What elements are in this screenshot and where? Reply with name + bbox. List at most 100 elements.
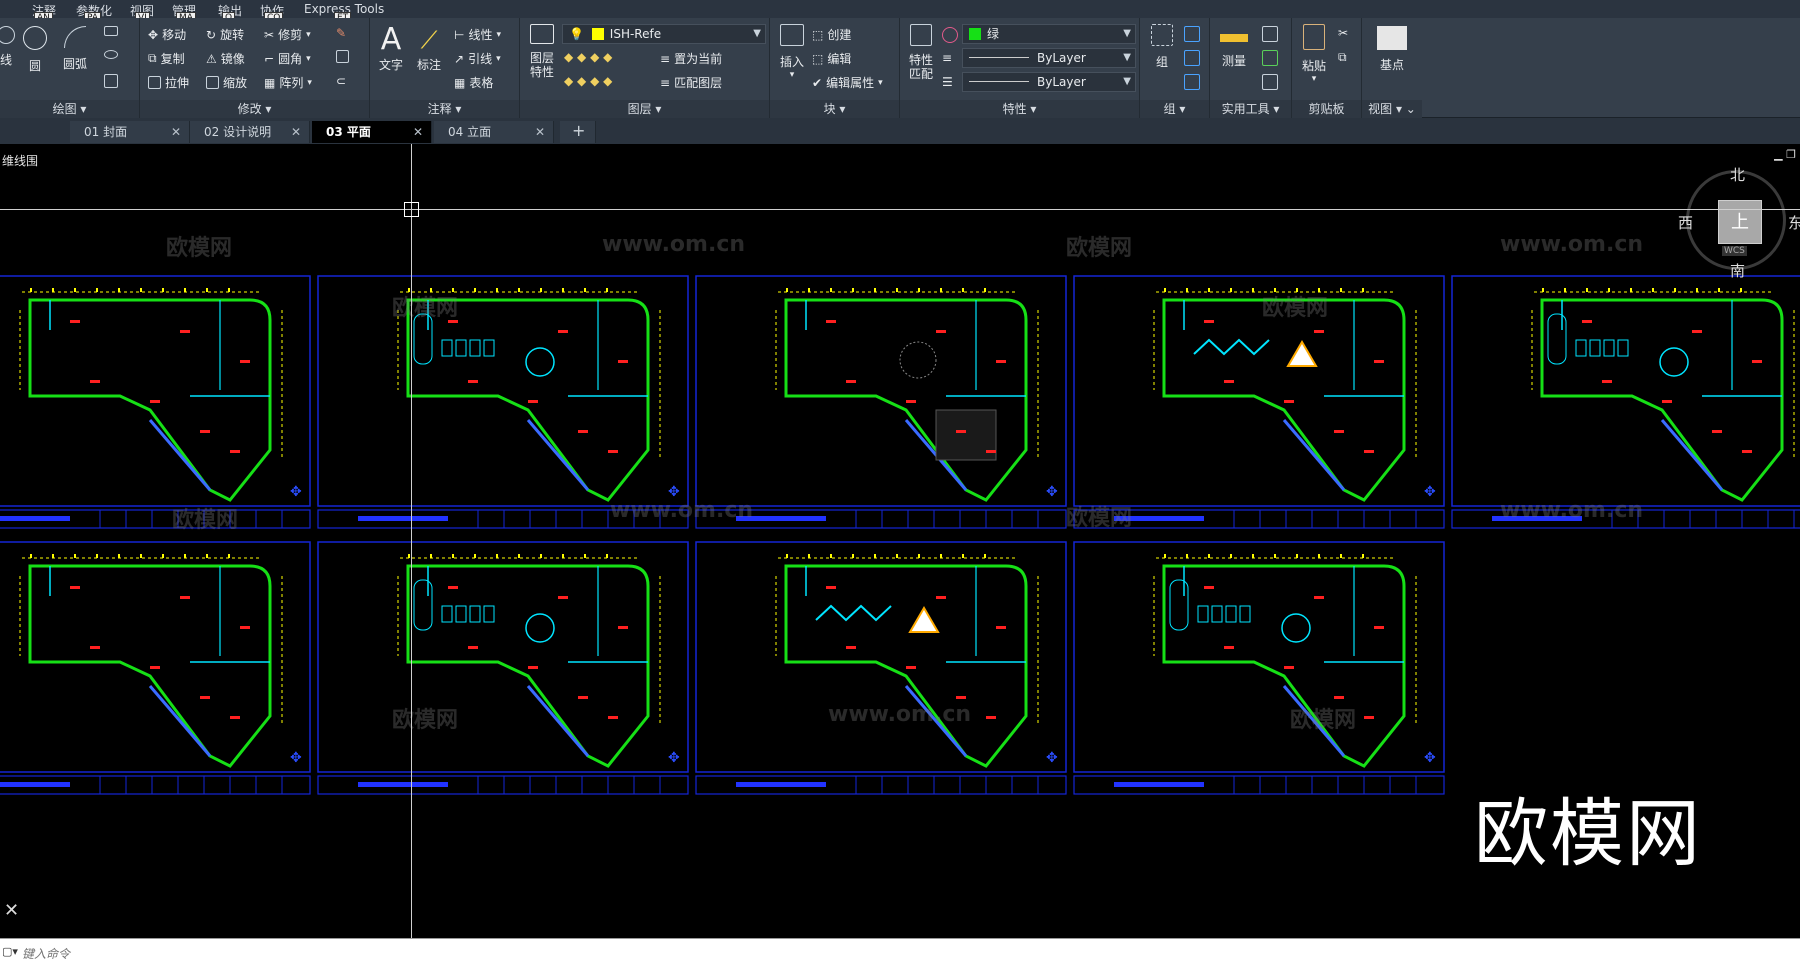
compass-south[interactable]: 南 xyxy=(1730,260,1745,281)
scale-button[interactable]: 缩放 xyxy=(206,74,247,91)
rectangle-button[interactable] xyxy=(104,26,118,36)
group-select-button[interactable] xyxy=(1184,74,1200,90)
panel-view-title[interactable]: 视图 ▾ ⌄ xyxy=(1362,100,1422,118)
stretch-icon xyxy=(148,76,161,89)
panel-modify-title[interactable]: 修改 ▾ xyxy=(140,100,369,118)
dim-tick xyxy=(852,288,854,292)
mirror-button[interactable]: ⚠ 镜像 xyxy=(206,50,245,67)
dim-tick xyxy=(1362,288,1364,292)
copy-clip-button[interactable]: ⧉ xyxy=(1338,50,1347,65)
explode-button[interactable] xyxy=(336,50,349,63)
move-button[interactable]: ✥ 移动 xyxy=(148,26,186,43)
layer-dropdown[interactable]: 💡 ISH-Refe ▼ xyxy=(562,24,766,44)
doc-tab-design-notes[interactable]: 02 设计说明 ✕ xyxy=(190,121,310,143)
select-all-button[interactable] xyxy=(1262,50,1278,66)
stretch-button[interactable]: 拉伸 xyxy=(148,74,189,91)
command-input[interactable] xyxy=(22,945,622,963)
linetype-icon: ≡ xyxy=(942,51,953,65)
panel-block-title[interactable]: 块 ▾ xyxy=(770,100,899,118)
close-icon[interactable]: ✕ xyxy=(171,121,181,143)
desk-cluster xyxy=(1617,339,1629,357)
base-point-button[interactable]: 基点 xyxy=(1372,26,1412,73)
new-tab-button[interactable]: + xyxy=(560,121,596,143)
cut-button[interactable]: ✂ xyxy=(1338,26,1348,40)
panel-utilities-title[interactable]: 实用工具 ▾ xyxy=(1210,100,1291,118)
dim-tick xyxy=(1186,288,1188,292)
line-button[interactable]: 线 xyxy=(0,26,18,68)
offset-button[interactable]: ⊂ xyxy=(336,74,346,88)
rotate-button[interactable]: ↻ 旋转 xyxy=(206,26,244,43)
panel-groups-title[interactable]: 组 ▾ xyxy=(1140,100,1209,118)
make-current-button[interactable]: ≡ 置为当前 xyxy=(660,50,722,67)
calculator-button[interactable] xyxy=(1262,74,1278,90)
panel-annotation-title[interactable]: 注释 ▾ xyxy=(370,100,519,118)
explode-icon xyxy=(336,50,349,63)
circle-button[interactable]: 圆 xyxy=(18,26,52,74)
panel-clipboard-title: 剪贴板 xyxy=(1292,100,1361,118)
panel-layers-title[interactable]: 图层 ▾ xyxy=(520,100,769,118)
close-command-icon[interactable]: ✕ xyxy=(4,900,19,921)
viewcube[interactable]: 北 南 西 东 上 WCS xyxy=(1678,164,1800,280)
layer-tools-row-2[interactable]: ◆ ◆ ◆ ◆ xyxy=(564,74,612,88)
hatch-button[interactable] xyxy=(104,74,118,88)
leader-button[interactable]: ↗ 引线 ▾ xyxy=(454,50,501,67)
compass-east[interactable]: 东 xyxy=(1788,212,1800,233)
array-button[interactable]: ▦ 阵列 ▾ xyxy=(264,74,312,91)
red-marker xyxy=(180,596,190,599)
close-icon[interactable]: ✕ xyxy=(413,121,423,143)
dim-tick xyxy=(962,288,964,292)
linetype-dropdown[interactable]: ByLayer ▼ xyxy=(962,48,1136,68)
layer-tools-row-1[interactable]: ◆ ◆ ◆ ◆ xyxy=(564,50,612,64)
table-button[interactable]: ▦ 表格 xyxy=(454,74,493,91)
ellipse-button[interactable] xyxy=(104,50,118,59)
close-icon[interactable]: ✕ xyxy=(535,121,545,143)
erase-button[interactable]: ✎ xyxy=(336,26,346,40)
text-button[interactable]: A 文字 xyxy=(374,24,408,73)
panel-block: 插入 ▾ ⬚ 创建 ⬚ 编辑 ✔ 编辑属性 ▾ 块 ▾ xyxy=(770,18,900,118)
color-dropdown[interactable]: 绿 ▼ xyxy=(962,24,1136,44)
drawing-viewport[interactable]: 维线围 ▁ ❐ ✥✥✥✥✥✥✥✥✥ 欧模网 www.om.cn 欧模网 www.… xyxy=(0,144,1800,938)
fillet-button[interactable]: ⌐ 圆角 ▾ xyxy=(264,50,311,67)
copy-button[interactable]: ⧉ 复制 xyxy=(148,50,185,67)
panel-properties-title[interactable]: 特性 ▾ xyxy=(900,100,1139,118)
insert-button[interactable]: 插入 ▾ xyxy=(774,24,810,80)
group-button[interactable]: 组 xyxy=(1146,24,1178,70)
dimension-button[interactable]: ⟋ 标注 xyxy=(412,24,446,73)
linear-dim-button[interactable]: ⊢ 线性 ▾ xyxy=(454,26,501,43)
red-marker xyxy=(70,586,80,589)
group-edit-button[interactable] xyxy=(1184,50,1200,66)
red-marker xyxy=(1224,646,1234,649)
red-marker xyxy=(240,626,250,629)
command-menu-icon[interactable]: ▢▾ xyxy=(2,945,18,958)
close-icon[interactable]: ✕ xyxy=(291,121,301,143)
arc-button[interactable]: 圆弧 xyxy=(58,26,92,72)
red-marker xyxy=(150,666,160,669)
create-block-button[interactable]: ⬚ 创建 xyxy=(812,26,851,43)
match-layer-button[interactable]: ≡ 匹配图层 xyxy=(660,74,722,91)
red-marker xyxy=(906,400,916,403)
quick-select-button[interactable] xyxy=(1262,26,1278,42)
layer-properties-button[interactable]: 图层 特性 xyxy=(524,24,560,79)
dim-tick xyxy=(474,288,476,292)
compass-west[interactable]: 西 xyxy=(1678,212,1693,233)
trim-button[interactable]: ✂ 修剪 ▾ xyxy=(264,26,311,43)
dim-tick xyxy=(1318,554,1320,558)
edit-attributes-button[interactable]: ✔ 编辑属性 ▾ xyxy=(812,74,883,91)
doc-tab-elevation[interactable]: 04 立面 ✕ xyxy=(434,121,554,143)
measure-button[interactable]: 测量 xyxy=(1214,28,1254,69)
panel-draw-title[interactable]: 绘图 ▾ xyxy=(0,100,139,118)
ellipse-icon xyxy=(104,50,118,59)
doc-tab-plan[interactable]: 03 平面 ✕ xyxy=(312,121,432,143)
edit-block-button[interactable]: ⬚ 编辑 xyxy=(812,50,851,67)
wcs-label[interactable]: WCS xyxy=(1722,246,1747,256)
leader-icon: ↗ xyxy=(454,51,465,66)
match-properties-button[interactable]: 特性 匹配 xyxy=(904,24,938,81)
viewcube-top-face[interactable]: 上 xyxy=(1718,200,1762,244)
ungroup-button[interactable] xyxy=(1184,26,1200,42)
doc-tab-cover[interactable]: 01 封面 ✕ xyxy=(70,121,190,143)
dim-tick xyxy=(1230,554,1232,558)
lineweight-dropdown[interactable]: ByLayer ▼ xyxy=(962,72,1136,92)
watermark: 欧模网 xyxy=(392,296,459,321)
paste-button[interactable]: 粘贴 ▾ xyxy=(1296,24,1332,84)
compass-north[interactable]: 北 xyxy=(1730,164,1745,185)
